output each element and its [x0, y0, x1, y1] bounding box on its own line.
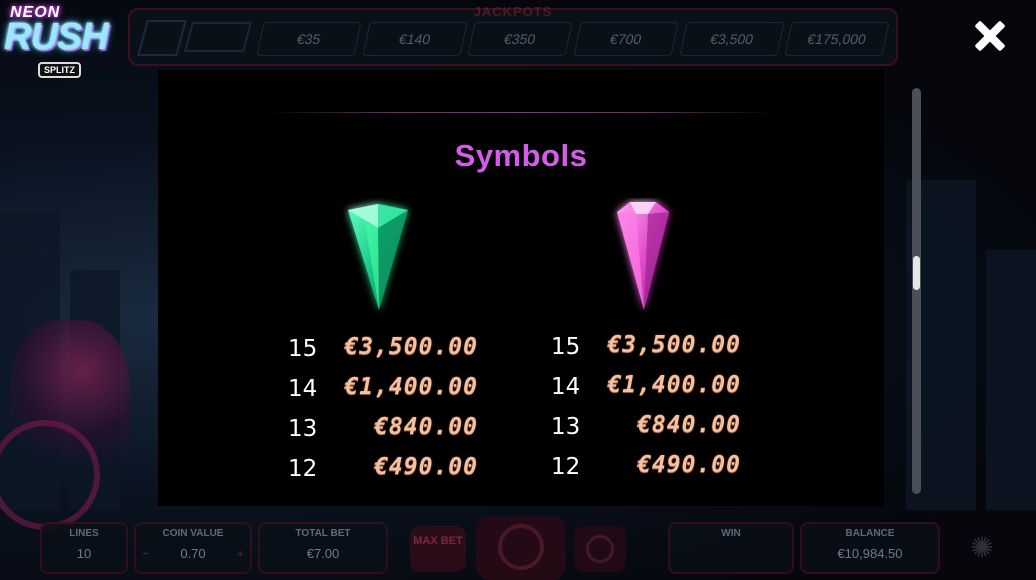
- total-bet-value: €7.00: [306, 546, 340, 561]
- wheel-icon: [137, 20, 187, 56]
- game-logo: NEON RUSH SPLITZ: [4, 4, 122, 78]
- logo-badge: SPLITZ: [38, 62, 81, 78]
- win-label: WIN: [721, 528, 741, 539]
- payout-row: 13 €840.00: [288, 412, 488, 452]
- close-icon[interactable]: [970, 16, 1010, 56]
- play-icon: [586, 535, 614, 563]
- symbol-count: 15: [288, 336, 318, 362]
- payout-row: 13 €840.00: [551, 410, 751, 450]
- jackpot-value: €140: [362, 22, 467, 56]
- payout-row: 12 €490.00: [288, 452, 488, 492]
- jackpot-value: €3,500: [679, 22, 784, 56]
- payout-row: 15 €3,500.00: [551, 330, 751, 370]
- balance-value: €10,984.50: [837, 546, 903, 561]
- city-building: [986, 250, 1036, 510]
- divider: [266, 112, 776, 113]
- coin-value-label: COIN VALUE: [162, 528, 224, 539]
- payout-amount: €1,400.00: [607, 372, 741, 398]
- lines-value: 10: [76, 546, 92, 561]
- lines-display: LINES 10: [40, 522, 128, 574]
- symbol-count: 14: [288, 376, 318, 402]
- payout-amount: €840.00: [637, 412, 741, 438]
- symbol-count: 12: [551, 454, 581, 480]
- scrollbar-thumb[interactable]: [913, 256, 920, 290]
- control-bar: LINES 10 COIN VALUE − 0.70 + TOTAL BET €…: [0, 512, 1036, 580]
- balance-label: BALANCE: [845, 528, 895, 539]
- coin-value-selector: COIN VALUE − 0.70 +: [134, 522, 252, 574]
- lines-label: LINES: [69, 528, 99, 539]
- coin-value: 0.70: [180, 546, 206, 561]
- total-bet-label: TOTAL BET: [295, 528, 351, 539]
- axe-icon: [183, 22, 253, 52]
- payout-amount: €1,400.00: [344, 374, 478, 400]
- payout-amount: €490.00: [374, 454, 478, 480]
- scrollbar[interactable]: [912, 88, 921, 494]
- symbol-count: 13: [551, 414, 581, 440]
- autoplay-button[interactable]: [574, 526, 626, 572]
- spin-icon: [498, 524, 544, 570]
- page-title: Symbols: [454, 138, 588, 173]
- payout-list-green: 15 €3,500.00 14 €1,400.00 13 €840.00 12 …: [288, 332, 488, 492]
- jackpot-value: €35: [256, 22, 362, 56]
- max-bet-button[interactable]: MAX BET: [410, 526, 466, 572]
- settings-icon[interactable]: ✺: [966, 532, 998, 564]
- payout-amount: €3,500.00: [607, 332, 741, 358]
- payout-row: 14 €1,400.00: [288, 372, 488, 412]
- payout-row: 14 €1,400.00: [551, 370, 751, 410]
- payout-row: 15 €3,500.00: [288, 332, 488, 372]
- total-bet-display: TOTAL BET €7.00: [258, 522, 388, 574]
- payout-amount: €840.00: [374, 414, 478, 440]
- jackpot-value: €700: [573, 22, 679, 56]
- paytable-panel: Symbols 15 €3,500.00 14 €1,400.00 13 €84…: [158, 70, 884, 506]
- symbol-count: 15: [551, 334, 581, 360]
- payout-amount: €490.00: [637, 452, 741, 478]
- payout-list-pink: 15 €3,500.00 14 €1,400.00 13 €840.00 12 …: [551, 330, 751, 490]
- jackpot-value: €350: [467, 22, 573, 56]
- coin-increase-button[interactable]: +: [236, 546, 244, 561]
- pink-crystal-icon: [608, 198, 678, 316]
- win-display: WIN: [668, 522, 794, 574]
- green-crystal-icon: [343, 198, 413, 316]
- payout-amount: €3,500.00: [344, 334, 478, 360]
- logo-text-rush: RUSH: [4, 16, 109, 58]
- symbol-count: 14: [551, 374, 581, 400]
- jackpot-bar: JACKPOTS €35 €140 €350 €700 €3,500 €175,…: [128, 4, 898, 66]
- jackpots-label: JACKPOTS: [473, 4, 553, 19]
- symbol-count: 12: [288, 456, 318, 482]
- jackpot-value: €175,000: [784, 22, 890, 56]
- symbol-count: 13: [288, 416, 318, 442]
- spin-button[interactable]: [476, 516, 566, 580]
- balance-display: BALANCE €10,984.50: [800, 522, 940, 574]
- payout-row: 12 €490.00: [551, 450, 751, 490]
